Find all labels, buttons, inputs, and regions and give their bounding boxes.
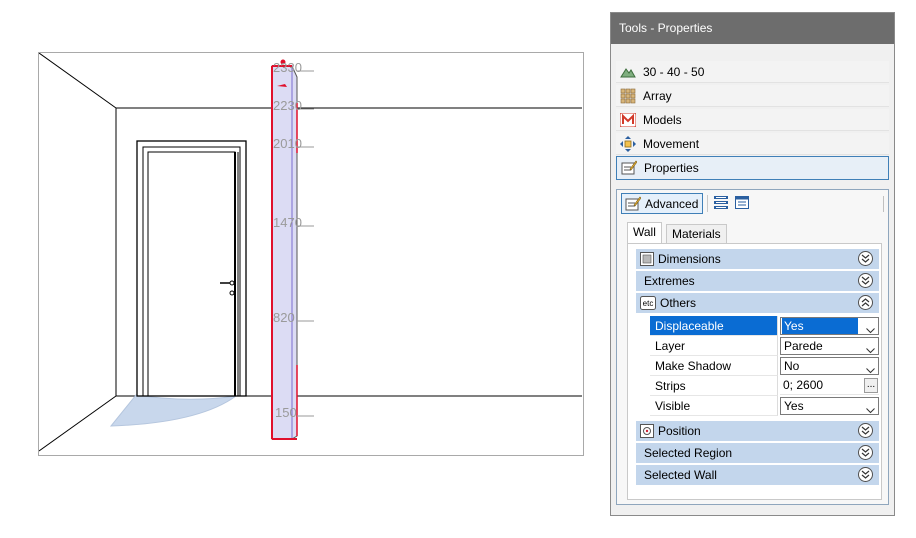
ceiling-corner-line	[39, 53, 117, 109]
selected-wall	[271, 59, 298, 440]
expand-icon[interactable]	[858, 467, 873, 482]
tools-properties-panel: Tools - Properties 30 - 40 - 50 Array Mo…	[610, 12, 895, 516]
group-extremes[interactable]: Extremes	[636, 271, 879, 291]
group-label: Dimensions	[658, 252, 721, 266]
terrain-icon	[620, 64, 636, 80]
panel-title: Tools - Properties	[611, 13, 894, 44]
property-value: 0; 2600	[783, 378, 824, 392]
tool-item-movement[interactable]: Movement	[616, 133, 889, 155]
dimension-label: 2330	[273, 60, 302, 75]
property-name: Visible	[650, 396, 778, 416]
dimensions-icon	[640, 252, 654, 266]
property-row-layer[interactable]: Layer Parede	[650, 336, 879, 356]
group-selected-wall[interactable]: Selected Wall	[636, 465, 879, 485]
tool-label: Models	[643, 112, 682, 127]
dimension-label: 2230	[273, 98, 302, 113]
property-row-visible[interactable]: Visible Yes	[650, 396, 879, 416]
position-icon	[640, 424, 654, 438]
categorized-view-icon[interactable]	[714, 196, 728, 210]
property-name: Displaceable	[650, 316, 778, 336]
property-pages-icon[interactable]	[735, 196, 749, 210]
property-value: Yes	[782, 318, 858, 334]
group-label: Others	[660, 296, 697, 310]
group-label: Extremes	[644, 274, 695, 288]
tool-item-array[interactable]: Array	[616, 85, 889, 107]
dimension-label: 2010	[273, 136, 302, 151]
property-name: Strips	[650, 376, 778, 396]
tool-label: 30 - 40 - 50	[643, 64, 705, 79]
advanced-label: Advanced	[645, 196, 699, 211]
strips-field[interactable]: 0; 2600 ...	[780, 377, 879, 395]
displaceable-select[interactable]: Yes	[780, 317, 879, 335]
property-grid-container: Advanced Wall Materials Dimensions Extre…	[616, 189, 889, 505]
group-label: Selected Region	[644, 446, 733, 460]
property-row-make-shadow[interactable]: Make Shadow No	[650, 356, 879, 376]
dimension-label: 1470	[273, 215, 302, 230]
properties-icon	[625, 196, 641, 212]
tab-wall[interactable]: Wall	[627, 222, 662, 243]
tool-label: Properties	[644, 161, 699, 175]
3d-viewport[interactable]: 2330 2230 2010 1470 820 150	[38, 52, 584, 456]
properties-icon	[621, 160, 637, 176]
movement-icon	[620, 135, 636, 152]
tool-item-properties[interactable]: Properties	[616, 156, 889, 180]
tool-label: Movement	[643, 136, 700, 151]
group-others[interactable]: etc Others	[636, 293, 879, 313]
toolbar-grip	[883, 196, 884, 212]
property-row-displaceable[interactable]: Displaceable Yes	[650, 316, 879, 336]
toolbar-separator	[707, 195, 708, 212]
chevron-down-icon	[866, 402, 875, 418]
array-icon	[620, 88, 636, 104]
group-position[interactable]: Position	[636, 421, 879, 441]
expand-icon[interactable]	[858, 445, 873, 460]
expand-icon[interactable]	[858, 251, 873, 266]
group-dimensions[interactable]: Dimensions	[636, 249, 879, 269]
property-value: No	[784, 359, 800, 373]
door-frame	[136, 140, 247, 397]
group-label: Selected Wall	[644, 468, 717, 482]
property-name: Make Shadow	[650, 356, 778, 376]
expand-icon[interactable]	[858, 423, 873, 438]
property-value: Yes	[784, 399, 804, 413]
ellipsis-button[interactable]: ...	[864, 378, 878, 393]
make-shadow-select[interactable]: No	[780, 357, 879, 375]
door-swing-area	[109, 394, 237, 427]
layer-select[interactable]: Parede	[780, 337, 879, 355]
property-grid: Dimensions Extremes etc Others Displacea…	[627, 243, 882, 500]
dimension-label: 820	[273, 310, 295, 325]
property-name: Layer	[650, 336, 778, 356]
group-label: Position	[658, 424, 701, 438]
tab-materials[interactable]: Materials	[666, 224, 727, 243]
others-icon: etc	[640, 296, 656, 310]
tool-label: Array	[643, 88, 672, 103]
expand-icon[interactable]	[858, 273, 873, 288]
property-value: Parede	[784, 339, 823, 353]
dimension-label: 150	[275, 405, 297, 420]
floor-corner-line	[39, 395, 117, 452]
tool-item-30-40-50[interactable]: 30 - 40 - 50	[616, 61, 889, 83]
group-selected-region[interactable]: Selected Region	[636, 443, 879, 463]
advanced-button[interactable]: Advanced	[621, 193, 703, 214]
collapse-icon[interactable]	[858, 295, 873, 310]
tool-item-models[interactable]: Models	[616, 109, 889, 131]
property-row-strips[interactable]: Strips 0; 2600 ...	[650, 376, 879, 396]
visible-select[interactable]: Yes	[780, 397, 879, 415]
models-icon	[620, 112, 636, 128]
svg-text:etc: etc	[643, 299, 654, 308]
